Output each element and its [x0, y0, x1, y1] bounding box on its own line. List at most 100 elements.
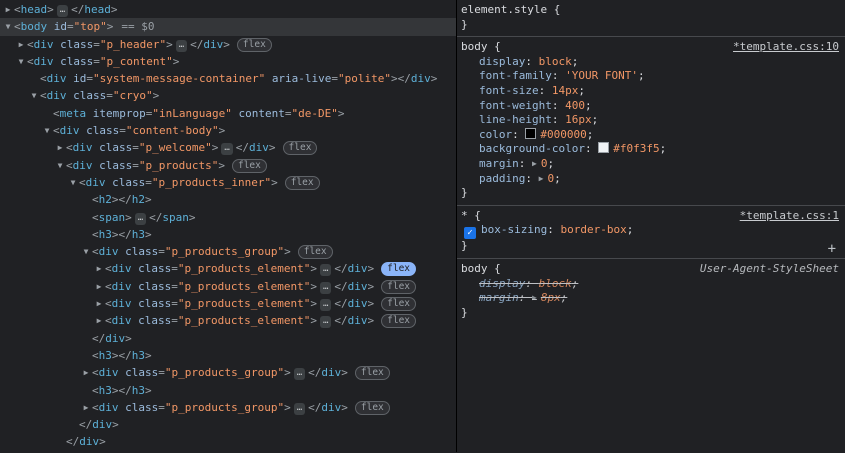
dom-tree-row[interactable]: ▶ <div class="p_products_element">… </div>… — [0, 278, 456, 295]
property-value[interactable]: border-box — [560, 223, 626, 236]
inline-expand-button[interactable]: … — [56, 5, 69, 17]
property-name[interactable]: color — [479, 128, 512, 141]
rule-selector[interactable]: element.style — [461, 3, 547, 16]
expand-shorthand-icon[interactable]: ▶ — [532, 293, 537, 302]
property-value[interactable]: #000000 — [540, 128, 586, 141]
new-style-rule-button[interactable]: + — [828, 242, 836, 256]
property-name[interactable]: background-color — [479, 142, 585, 155]
css-property[interactable]: margin: ▶ 0; — [461, 157, 839, 172]
expand-arrow-icon[interactable]: ▶ — [93, 278, 105, 295]
stylesheet-source-link[interactable]: User-Agent-StyleSheet — [700, 262, 839, 277]
property-name[interactable]: margin — [479, 291, 519, 304]
property-name[interactable]: box-sizing — [481, 223, 547, 236]
property-value[interactable]: #f0f3f5 — [613, 142, 659, 155]
dom-tree-row[interactable]: <h3></h3> — [0, 226, 456, 243]
flex-badge[interactable]: flex — [236, 37, 272, 52]
css-property[interactable]: padding: ▶ 0; — [461, 172, 839, 187]
inline-expand-button[interactable]: … — [221, 143, 233, 156]
property-enabled-checkbox[interactable]: ✓ — [464, 227, 476, 240]
dom-tree-row[interactable]: <h2></h2> — [0, 191, 456, 208]
dom-tree-row[interactable]: ▶ <div class="p_welcome">… </div> flex — [0, 139, 456, 156]
expand-arrow-icon[interactable]: ▶ — [93, 260, 105, 277]
rule-selector[interactable]: body — [461, 40, 488, 53]
flex-badge[interactable]: flex — [381, 279, 417, 294]
stylesheet-source-link[interactable]: *template.css:1 — [740, 209, 839, 224]
dom-tree-row[interactable]: ▼ <body id="top"> == $0 — [0, 18, 456, 36]
css-property[interactable]: line-height: 16px; — [461, 113, 839, 128]
dom-tree-row[interactable]: ▼ <div class="p_products_group"> flex — [0, 243, 456, 260]
property-name[interactable]: font-family — [479, 69, 552, 82]
property-value[interactable]: block — [539, 55, 572, 68]
expand-arrow-icon[interactable]: ▶ — [93, 295, 105, 312]
dom-tree-row[interactable]: ▼ <div class="p_products_inner"> flex — [0, 174, 456, 191]
property-name[interactable]: padding — [479, 172, 525, 185]
dom-tree-row[interactable]: ▶ <div class="p_products_element">… </div>… — [0, 312, 456, 329]
dom-tree-row[interactable]: <div id="system-message-container" aria-… — [0, 70, 456, 87]
property-value[interactable]: 400 — [565, 99, 585, 112]
flex-badge[interactable]: flex — [282, 141, 318, 156]
color-swatch[interactable] — [598, 142, 610, 154]
collapse-arrow-icon[interactable]: ▼ — [80, 243, 92, 260]
flex-badge[interactable]: flex — [381, 297, 417, 312]
color-swatch[interactable] — [525, 127, 537, 139]
expand-arrow-icon[interactable]: ▶ — [93, 312, 105, 329]
dom-tree-row[interactable]: </div> — [0, 330, 456, 347]
collapse-arrow-icon[interactable]: ▼ — [67, 174, 79, 191]
collapse-arrow-icon[interactable]: ▼ — [54, 157, 66, 174]
dom-tree-row[interactable]: <h3></h3> — [0, 347, 456, 364]
dom-tree-row[interactable]: </div> — [0, 416, 456, 433]
css-property[interactable]: font-size: 14px; — [461, 84, 839, 99]
rule-selector[interactable]: * — [461, 209, 468, 222]
dom-tree-row[interactable]: ▶ <div class="p_header">… </div> flex — [0, 36, 456, 53]
dom-tree-row[interactable]: ▼ <div class="cryo"> — [0, 87, 456, 104]
property-value[interactable]: 14px — [552, 84, 579, 97]
expand-arrow-icon[interactable]: ▶ — [80, 399, 92, 416]
expand-shorthand-icon[interactable]: ▶ — [539, 174, 544, 183]
property-name[interactable]: font-weight — [479, 99, 552, 112]
inline-expand-button[interactable]: … — [293, 402, 306, 415]
css-property[interactable]: ✓ box-sizing: border-box; — [461, 223, 839, 240]
dom-tree-row[interactable]: <span>… </span> — [0, 209, 456, 226]
property-name[interactable]: display — [479, 55, 525, 68]
inline-expand-button[interactable]: … — [319, 281, 332, 294]
flex-badge[interactable]: flex — [284, 175, 320, 190]
inline-expand-button[interactable]: … — [134, 212, 147, 225]
dom-tree-row[interactable]: </div> — [0, 433, 456, 450]
css-property[interactable]: margin: ▶ 8px; — [461, 291, 839, 306]
flex-badge[interactable]: flex — [381, 262, 417, 277]
expand-arrow-icon[interactable]: ▶ — [15, 36, 27, 53]
css-property[interactable]: font-family: 'YOUR FONT'; — [461, 69, 839, 84]
flex-badge[interactable]: flex — [231, 158, 267, 173]
property-name[interactable]: line-height — [479, 113, 552, 126]
flex-badge[interactable]: flex — [381, 314, 417, 329]
dom-tree-row[interactable]: <h3></h3> — [0, 382, 456, 399]
collapse-arrow-icon[interactable]: ▼ — [2, 18, 14, 35]
dom-tree-row[interactable]: ▶ <div class="p_products_element">… </div>… — [0, 295, 456, 312]
dom-tree-row[interactable]: ▶ <head>… </head> — [0, 1, 456, 18]
expand-arrow-icon[interactable]: ▶ — [2, 1, 14, 18]
css-property[interactable]: font-weight: 400; — [461, 99, 839, 114]
property-value[interactable]: 16px — [565, 113, 592, 126]
inline-expand-button[interactable]: … — [319, 264, 332, 277]
property-value[interactable]: block — [539, 277, 572, 290]
property-value[interactable]: 'YOUR FONT' — [565, 69, 638, 82]
expand-arrow-icon[interactable]: ▶ — [80, 364, 92, 381]
dom-tree-row[interactable]: ▶ <div class="p_products_group">… </div> fl… — [0, 399, 456, 416]
property-value[interactable]: 8px — [541, 291, 561, 304]
collapse-arrow-icon[interactable]: ▼ — [15, 53, 27, 70]
property-name[interactable]: display — [479, 277, 525, 290]
rule-selector[interactable]: body — [461, 262, 488, 275]
css-property[interactable]: display: block; — [461, 277, 839, 292]
dom-tree-row[interactable]: ▼ <div class="p_content"> — [0, 53, 456, 70]
flex-badge[interactable]: flex — [354, 400, 390, 415]
collapse-arrow-icon[interactable]: ▼ — [28, 87, 40, 104]
inline-expand-button[interactable]: … — [293, 368, 306, 381]
dom-tree-row[interactable]: ▶ <div class="p_products_element">… </div>… — [0, 260, 456, 277]
property-name[interactable]: margin — [479, 157, 519, 170]
inline-expand-button[interactable]: … — [175, 39, 188, 52]
dom-tree-row[interactable]: ▼ <div class="content-body"> — [0, 122, 456, 139]
dom-tree-row[interactable]: <meta itemprop="inLanguage" content="de-… — [0, 105, 456, 122]
collapse-arrow-icon[interactable]: ▼ — [41, 122, 53, 139]
stylesheet-source-link[interactable]: *template.css:10 — [733, 40, 839, 55]
flex-badge[interactable]: flex — [354, 366, 390, 381]
